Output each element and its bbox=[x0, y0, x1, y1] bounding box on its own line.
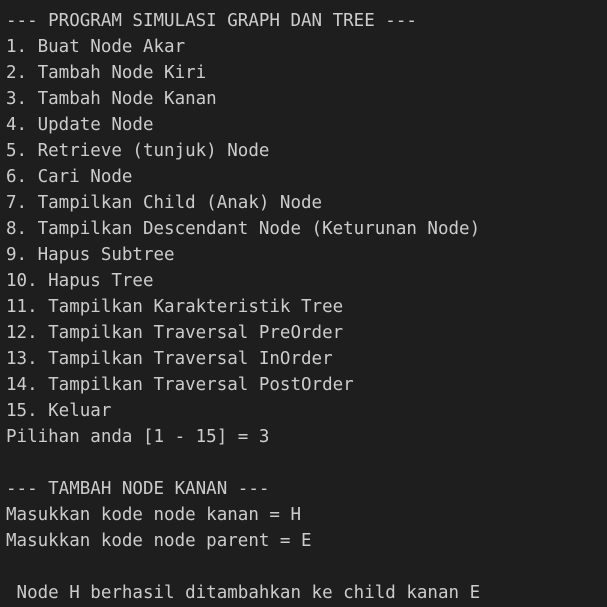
result-message: Node H berhasil ditambahkan ke child kan… bbox=[6, 583, 481, 603]
menu-item-2: 2. Tambah Node Kiri bbox=[6, 63, 207, 83]
choice-prompt: Pilihan anda [1 - 15] = 3 bbox=[6, 427, 270, 447]
program-header: --- PROGRAM SIMULASI GRAPH DAN TREE --- bbox=[6, 11, 417, 31]
terminal-window[interactable]: --- PROGRAM SIMULASI GRAPH DAN TREE --- … bbox=[0, 0, 607, 607]
menu-item-5: 5. Retrieve (tunjuk) Node bbox=[6, 141, 270, 161]
menu-item-13: 13. Tampilkan Traversal InOrder bbox=[6, 349, 333, 369]
menu-item-15: 15. Keluar bbox=[6, 401, 112, 421]
input-parent-prompt: Masukkan kode node parent = E bbox=[6, 531, 312, 551]
menu-item-9: 9. Hapus Subtree bbox=[6, 245, 175, 265]
menu-item-11: 11. Tampilkan Karakteristik Tree bbox=[6, 297, 344, 317]
menu-item-10: 10. Hapus Tree bbox=[6, 271, 154, 291]
menu-item-3: 3. Tambah Node Kanan bbox=[6, 89, 217, 109]
section-header: --- TAMBAH NODE KANAN --- bbox=[6, 479, 270, 499]
menu-item-4: 4. Update Node bbox=[6, 115, 154, 135]
menu-item-1: 1. Buat Node Akar bbox=[6, 37, 186, 57]
menu-item-12: 12. Tampilkan Traversal PreOrder bbox=[6, 323, 344, 343]
menu-item-6: 6. Cari Node bbox=[6, 167, 133, 187]
menu-item-8: 8. Tampilkan Descendant Node (Keturunan … bbox=[6, 219, 481, 239]
input-node-prompt: Masukkan kode node kanan = H bbox=[6, 505, 302, 525]
menu-item-7: 7. Tampilkan Child (Anak) Node bbox=[6, 193, 323, 213]
menu-item-14: 14. Tampilkan Traversal PostOrder bbox=[6, 375, 354, 395]
